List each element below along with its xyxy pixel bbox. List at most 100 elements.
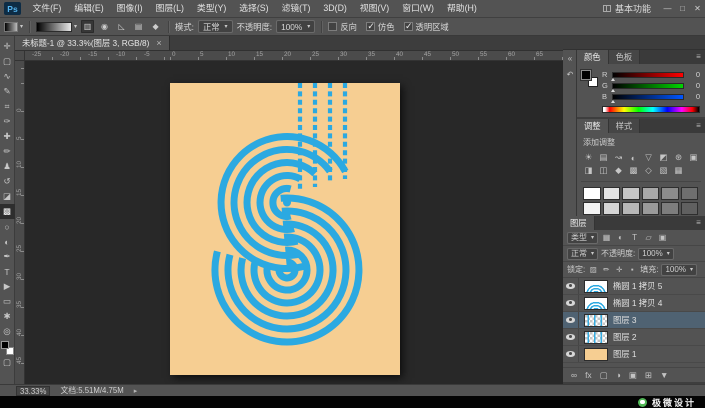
visibility-toggle[interactable] [563,346,579,362]
dodge-tool[interactable]: ◐ [0,234,15,249]
brush-tool[interactable]: ✏ [0,144,15,159]
layer-thumbnail[interactable] [584,279,608,293]
adjustment-icon[interactable]: ◩ [656,151,671,164]
close-button[interactable]: ✕ [690,4,705,13]
foreground-color-swatch[interactable] [581,70,591,80]
tab-adjustments[interactable]: 调整 [577,119,609,133]
canvas-area[interactable] [25,61,563,384]
lock-pixels-icon[interactable]: ✏ [601,265,611,274]
gradient-picker[interactable]: ▾ [36,21,77,32]
tab-styles[interactable]: 样式 [608,119,641,133]
linear-gradient-button[interactable]: ▥ [81,20,95,33]
layer-mask-icon[interactable]: ▢ [600,370,608,381]
style-swatch[interactable] [641,202,659,215]
type-filter-icon[interactable]: T [629,233,640,242]
status-arrow-icon[interactable]: ▸ [134,387,138,395]
slider-handle[interactable] [611,100,615,103]
angle-gradient-button[interactable]: ◺ [115,20,128,33]
zoom-level-field[interactable]: 33.33% [16,385,51,396]
menu-view[interactable]: 视图(V) [353,0,395,17]
shape-filter-icon[interactable]: ▱ [643,233,654,242]
layer-row[interactable]: 图层 2 [563,329,705,346]
menu-type[interactable]: 类型(Y) [190,0,232,17]
menu-filter[interactable]: 滤镜(T) [275,0,317,17]
quick-mask-button[interactable]: ▢ [0,355,15,370]
dither-checkbox[interactable]: 仿色 [365,21,395,33]
shape-tool[interactable]: ▭ [0,294,15,309]
style-swatch[interactable] [622,187,640,200]
layer-thumbnail[interactable] [584,347,608,361]
style-swatch[interactable] [583,202,601,215]
style-swatch[interactable] [680,187,698,200]
new-layer-icon[interactable]: ⊞ [645,370,652,381]
vertical-ruler[interactable]: 0 5 10 15 20 25 30 35 40 4550 [15,61,25,384]
adjustment-icon[interactable]: ☀ [581,151,596,164]
layer-style-icon[interactable]: fx [585,370,592,380]
adjustment-icon[interactable]: ◐ [626,151,641,164]
layer-group-icon[interactable]: ▣ [629,370,637,381]
panel-menu-icon[interactable]: ≡ [692,216,705,230]
panel-menu-icon[interactable]: ≡ [692,50,705,64]
blur-tool[interactable]: ○ [0,219,15,234]
adjustment-icon[interactable]: ▣ [686,151,701,164]
panel-menu-icon[interactable]: ≡ [692,119,705,133]
crop-tool[interactable]: ⌗ [0,99,15,114]
red-slider[interactable] [611,71,684,81]
lock-position-icon[interactable]: ✛ [614,265,624,274]
history-brush-tool[interactable]: ↺ [0,174,15,189]
reverse-checkbox[interactable]: 反向 [328,21,357,33]
slider-handle[interactable] [611,78,615,81]
adjustment-icon[interactable]: ↝ [611,151,626,164]
adjustment-layer-icon[interactable]: ◑ [616,370,621,380]
reflected-gradient-button[interactable]: ▤ [132,20,145,33]
layer-row[interactable]: 椭圆 1 拷贝 4 [563,295,705,312]
layer-thumbnail[interactable] [584,330,608,344]
style-swatch[interactable] [641,187,659,200]
style-swatch[interactable] [680,202,698,215]
green-slider[interactable] [611,82,684,92]
radial-gradient-button[interactable]: ◉ [98,20,111,33]
horizontal-ruler[interactable]: -25 -20 -15 -10 -5 0 5 10 15 20 25 30 35 40 45 50 55 60 65 [25,51,563,61]
foreground-color-swatch[interactable] [0,341,9,349]
pixel-filter-icon[interactable]: ▦ [601,233,612,242]
smart-object-filter-icon[interactable]: ▣ [657,233,668,242]
layer-thumbnail[interactable] [584,296,608,310]
adjustment-icon[interactable]: ◫ [596,164,611,177]
healing-brush-tool[interactable]: ✚ [0,129,15,144]
adjustment-icon[interactable]: ◇ [641,164,656,177]
eyedropper-tool[interactable]: ✑ [0,114,15,129]
lock-transparency-icon[interactable]: ▨ [588,265,598,274]
tab-swatches[interactable]: 色板 [608,50,641,64]
layer-blend-mode-select[interactable]: 正常 ▾ [567,247,599,260]
delete-layer-icon[interactable]: ▼ [660,370,668,380]
adjustment-icon[interactable]: ▤ [596,151,611,164]
history-panel-icon[interactable]: ↶ [563,66,577,82]
fill-select[interactable]: 100% ▾ [661,263,697,276]
style-swatch[interactable] [661,187,679,200]
style-swatch[interactable] [583,187,601,200]
adjustment-icon[interactable]: ◆ [611,164,626,177]
quick-select-tool[interactable]: ✎ [0,84,15,99]
visibility-toggle[interactable] [563,295,579,311]
adjustment-icon[interactable]: ▩ [626,164,641,177]
blend-mode-select[interactable]: 正常 ▾ [197,20,233,33]
document-canvas[interactable] [170,83,400,375]
opacity-select[interactable]: 100% ▾ [276,20,316,33]
style-swatch[interactable] [622,202,640,215]
slider-handle[interactable] [611,89,615,92]
hand-tool[interactable]: ✱ [0,309,15,324]
style-swatch[interactable] [661,202,679,215]
document-tab[interactable]: 未标题-1 @ 33.3%(图层 3, RGB/8) × [15,36,170,50]
lock-all-icon[interactable]: ▪ [627,265,637,274]
style-swatch[interactable] [602,187,620,200]
minimize-button[interactable]: — [660,4,675,13]
lasso-tool[interactable]: ∿ [0,69,15,84]
diamond-gradient-button[interactable]: ◆ [149,20,162,33]
layer-opacity-select[interactable]: 100% ▾ [638,247,674,260]
menu-window[interactable]: 窗口(W) [396,0,441,17]
adjustment-icon[interactable]: ◨ [581,164,596,177]
menu-file[interactable]: 文件(F) [26,0,68,17]
blue-slider[interactable] [611,93,684,103]
adjustment-icon[interactable]: ⊛ [671,151,686,164]
type-tool[interactable]: T [0,264,15,279]
